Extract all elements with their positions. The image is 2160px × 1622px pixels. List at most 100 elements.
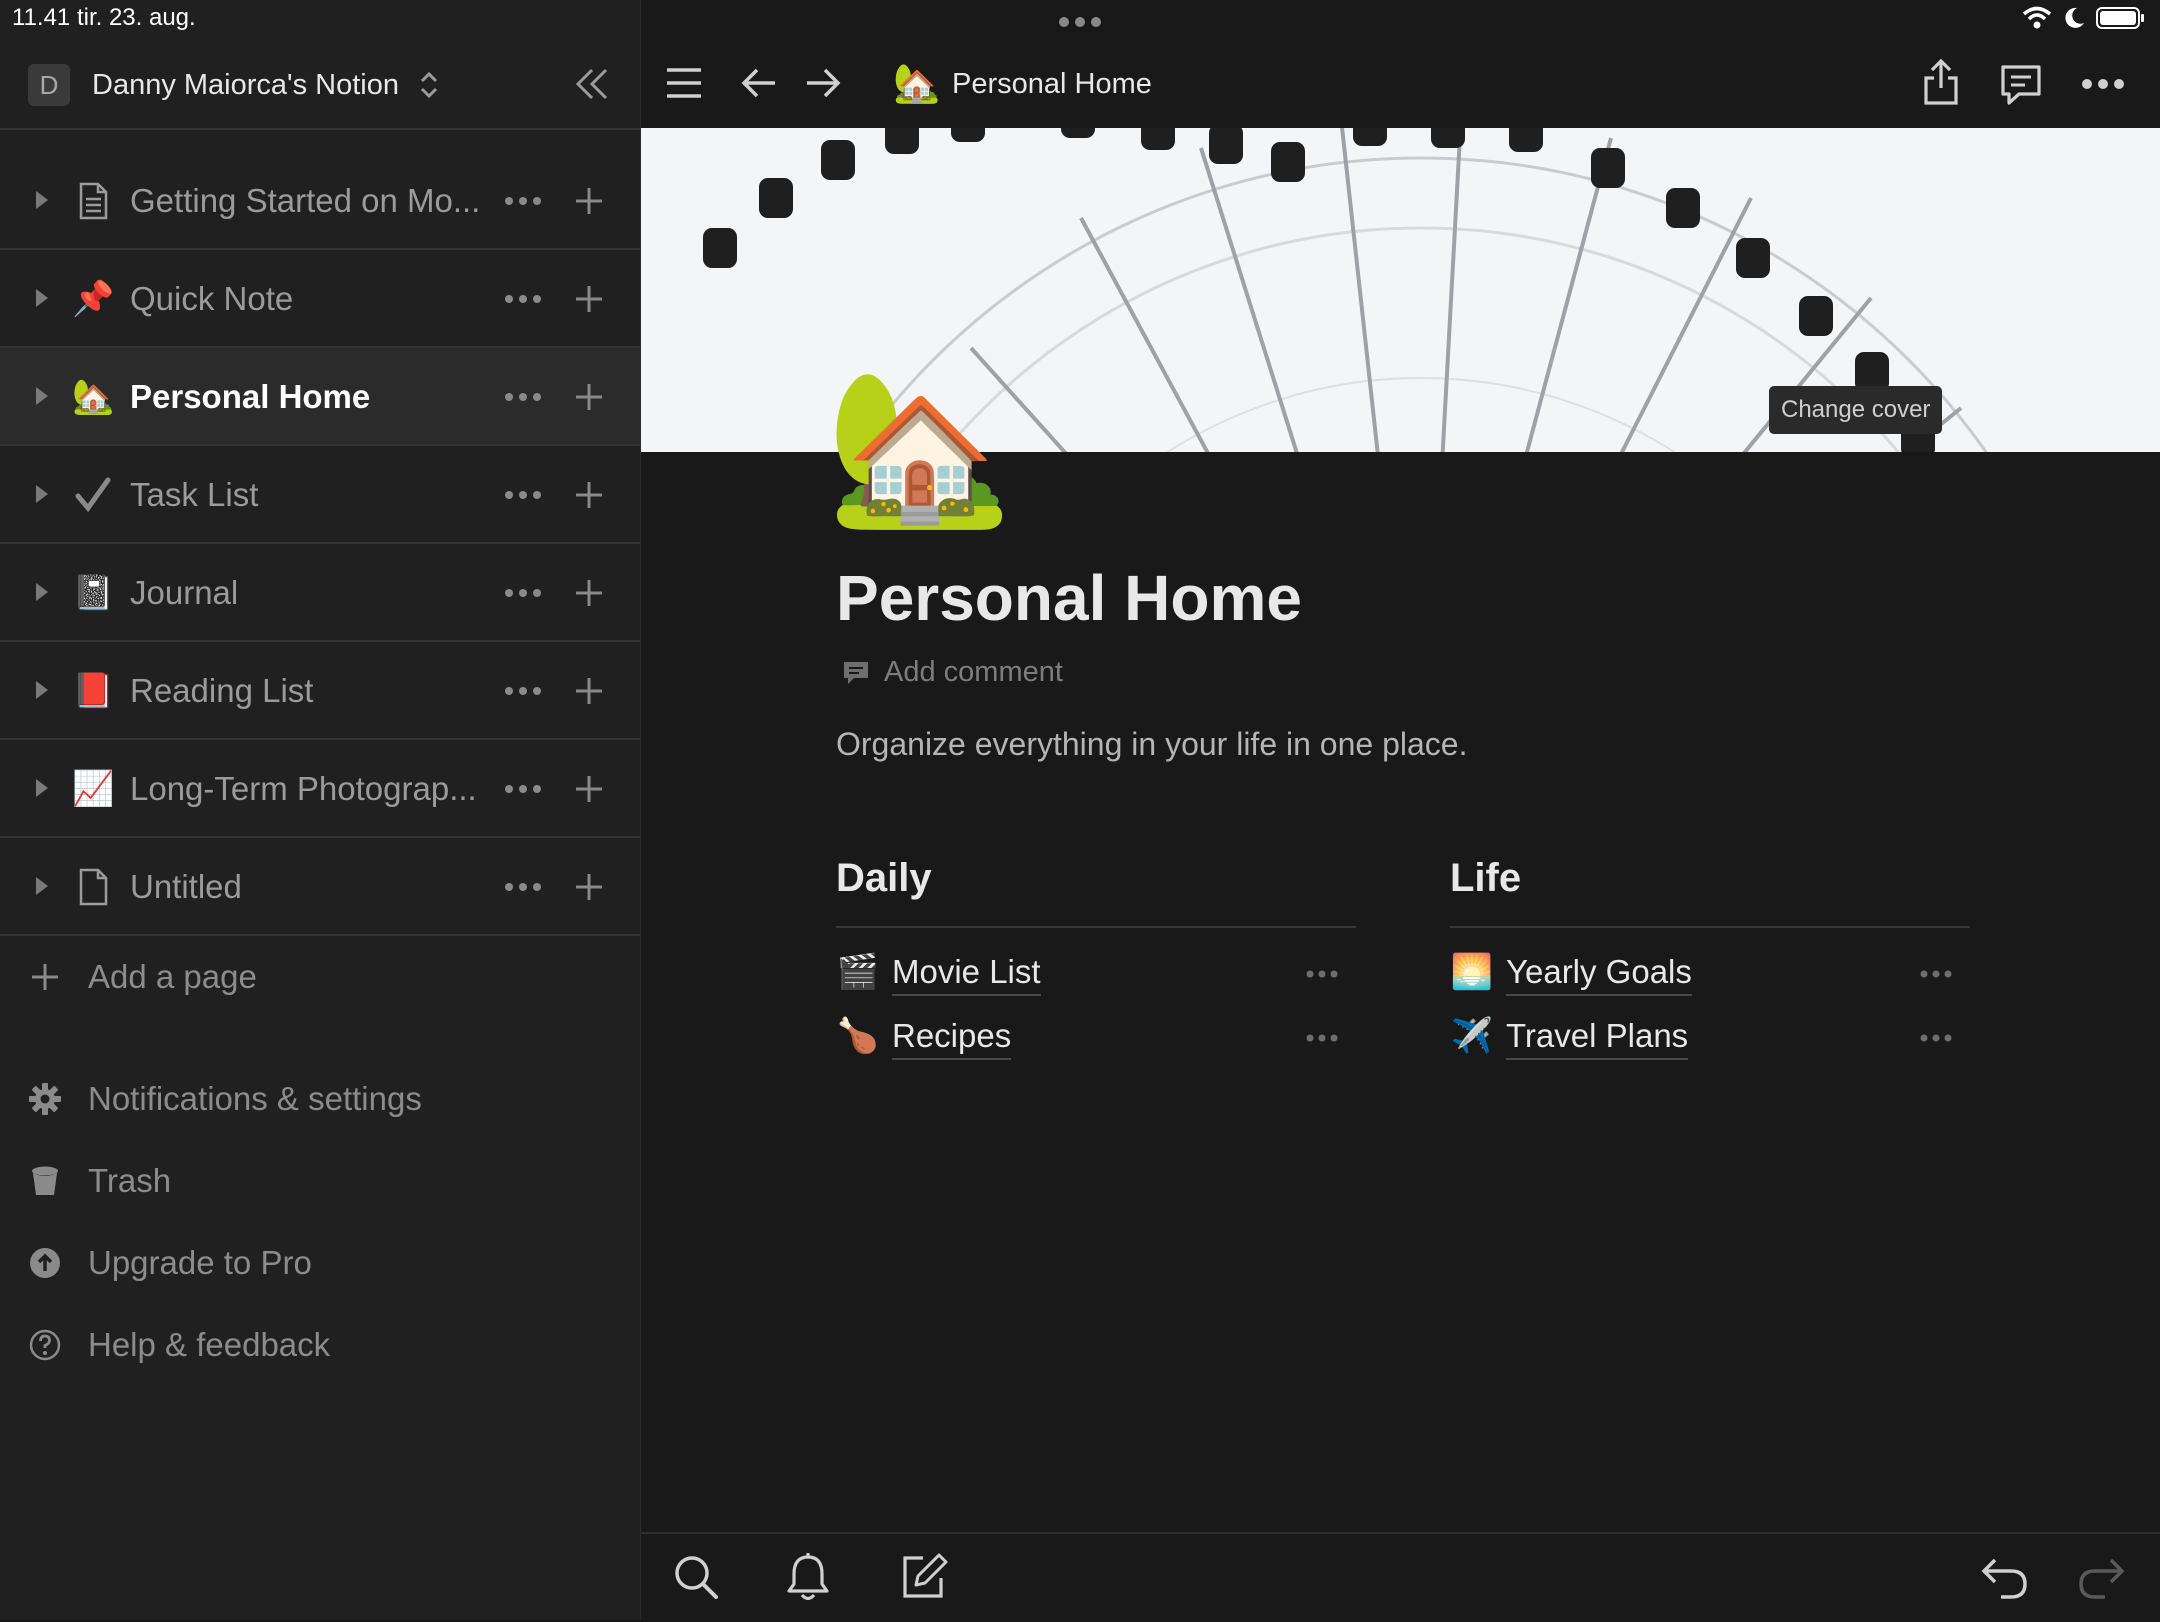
more-options-icon[interactable] [1920,970,1952,978]
top-bar: 🏡 Personal Home [641,40,2160,128]
workspace-avatar: D [28,64,70,106]
expand-toggle-icon[interactable] [34,679,50,701]
expand-toggle-icon[interactable] [34,483,50,505]
column-heading[interactable]: Daily [836,850,932,906]
wifi-icon [2022,6,2052,29]
trash-button[interactable]: Trash [0,1150,640,1210]
back-arrow-icon[interactable] [741,66,777,100]
page-link-recipes[interactable]: 🍗 Recipes [836,1008,1356,1064]
sidebar: D Danny Maiorca's Notion Getting Started… [0,0,641,1620]
menu-icon[interactable] [665,66,703,100]
sidebar-item-label: Quick Note [130,280,294,317]
page-document-icon [72,180,114,222]
bottom-toolbar [641,1532,2160,1622]
change-cover-button[interactable]: Change cover [1769,386,1943,434]
sidebar-item-label: Getting Started on Mo... [130,182,481,219]
page-link-label[interactable]: Recipes [892,1014,1012,1060]
expand-toggle-icon[interactable] [34,777,50,799]
more-options-icon[interactable] [2081,78,2125,90]
workspace-name[interactable]: Danny Maiorca's Notion [92,64,399,106]
more-options-icon[interactable] [504,686,542,696]
page-link-label[interactable]: Travel Plans [1506,1014,1689,1060]
comments-icon[interactable] [1999,64,2043,106]
page-icon-house-with-garden[interactable]: 🏡 [826,362,1013,532]
settings-label: Notifications & settings [88,1080,422,1117]
undo-icon[interactable] [1981,1556,2029,1600]
more-options-icon[interactable] [504,784,542,794]
sidebar-item-long-term-photography[interactable]: 📈 Long-Term Photograp... [0,740,640,838]
more-options-icon[interactable] [504,490,542,500]
more-options-icon[interactable] [1920,1034,1952,1042]
pushpin-icon: 📌 [72,280,115,318]
redo-icon[interactable] [2077,1556,2125,1600]
upgrade-button[interactable]: Upgrade to Pro [0,1232,640,1292]
sidebar-item-label: Journal [130,574,239,611]
add-subpage-icon[interactable] [574,872,604,902]
page-link-travel-plans[interactable]: ✈️ Travel Plans [1450,1008,1970,1064]
add-subpage-icon[interactable] [574,676,604,706]
breadcrumb-title[interactable]: Personal Home [952,62,1152,106]
notifications-settings-button[interactable]: Notifications & settings [0,1068,640,1128]
page-title[interactable]: Personal Home [836,560,1302,636]
help-feedback-button[interactable]: Help & feedback [0,1314,640,1374]
sidebar-item-reading-list[interactable]: 📕 Reading List [0,642,640,740]
expand-toggle-icon[interactable] [34,287,50,309]
expand-toggle-icon[interactable] [34,189,50,211]
page-link-yearly-goals[interactable]: 🌅 Yearly Goals [1450,944,1970,1000]
add-subpage-icon[interactable] [574,382,604,412]
sidebar-item-quick-note[interactable]: 📌 Quick Note [0,250,640,348]
page-link-movie-list[interactable]: 🎬 Movie List [836,944,1356,1000]
arrow-up-circle-icon [28,1246,62,1280]
more-options-icon[interactable] [1306,1034,1338,1042]
collapse-sidebar-icon[interactable] [572,66,612,102]
sidebar-item-personal-home[interactable]: 🏡 Personal Home [0,348,640,446]
add-subpage-icon[interactable] [574,774,604,804]
more-options-icon[interactable] [504,392,542,402]
sidebar-item-label: Reading List [130,672,314,709]
chevron-up-down-icon[interactable] [418,70,440,100]
more-options-icon[interactable] [504,294,542,304]
plus-icon [28,960,62,994]
trash-label: Trash [88,1162,172,1199]
help-circle-icon [28,1328,62,1362]
expand-toggle-icon[interactable] [34,581,50,603]
divider [1450,926,1970,928]
more-options-icon[interactable] [504,588,542,598]
add-subpage-icon[interactable] [574,480,604,510]
add-subpage-icon[interactable] [574,186,604,216]
add-subpage-icon[interactable] [574,578,604,608]
search-icon[interactable] [673,1554,719,1600]
page-description[interactable]: Organize everything in your life in one … [836,722,1467,766]
workspace-switcher[interactable]: D Danny Maiorca's Notion [0,40,640,130]
sidebar-item-journal[interactable]: 📓 Journal [0,544,640,642]
column-heading[interactable]: Life [1450,850,1521,906]
page-link-label[interactable]: Movie List [892,950,1041,996]
multitasking-dots-icon[interactable] [1058,16,1102,28]
more-options-icon[interactable] [504,882,542,892]
red-book-icon: 📕 [72,672,115,710]
gear-icon [28,1082,62,1116]
moon-icon [2065,7,2084,28]
new-page-compose-icon[interactable] [901,1552,949,1600]
more-options-icon[interactable] [504,196,542,206]
add-subpage-icon[interactable] [574,284,604,314]
sidebar-item-getting-started[interactable]: Getting Started on Mo... [0,152,640,250]
expand-toggle-icon[interactable] [34,875,50,897]
help-label: Help & feedback [88,1326,331,1363]
add-page-button[interactable]: Add a page [0,946,640,1006]
bell-icon[interactable] [785,1552,831,1602]
more-options-icon[interactable] [1306,970,1338,978]
forward-arrow-icon[interactable] [805,66,841,100]
share-icon[interactable] [1923,58,1959,106]
page-link-label[interactable]: Yearly Goals [1506,950,1692,996]
poultry-leg-icon: 🍗 [836,1017,880,1055]
sidebar-item-task-list[interactable]: Task List [0,446,640,544]
chart-increasing-icon: 📈 [72,770,115,808]
sidebar-item-label: Untitled [130,868,242,905]
sidebar-item-untitled[interactable]: Untitled [0,838,640,936]
divider [836,926,1356,928]
sidebar-item-label: Personal Home [130,378,371,415]
house-with-garden-icon: 🏡 [72,378,115,416]
trash-icon [28,1164,62,1198]
expand-toggle-icon[interactable] [34,385,50,407]
